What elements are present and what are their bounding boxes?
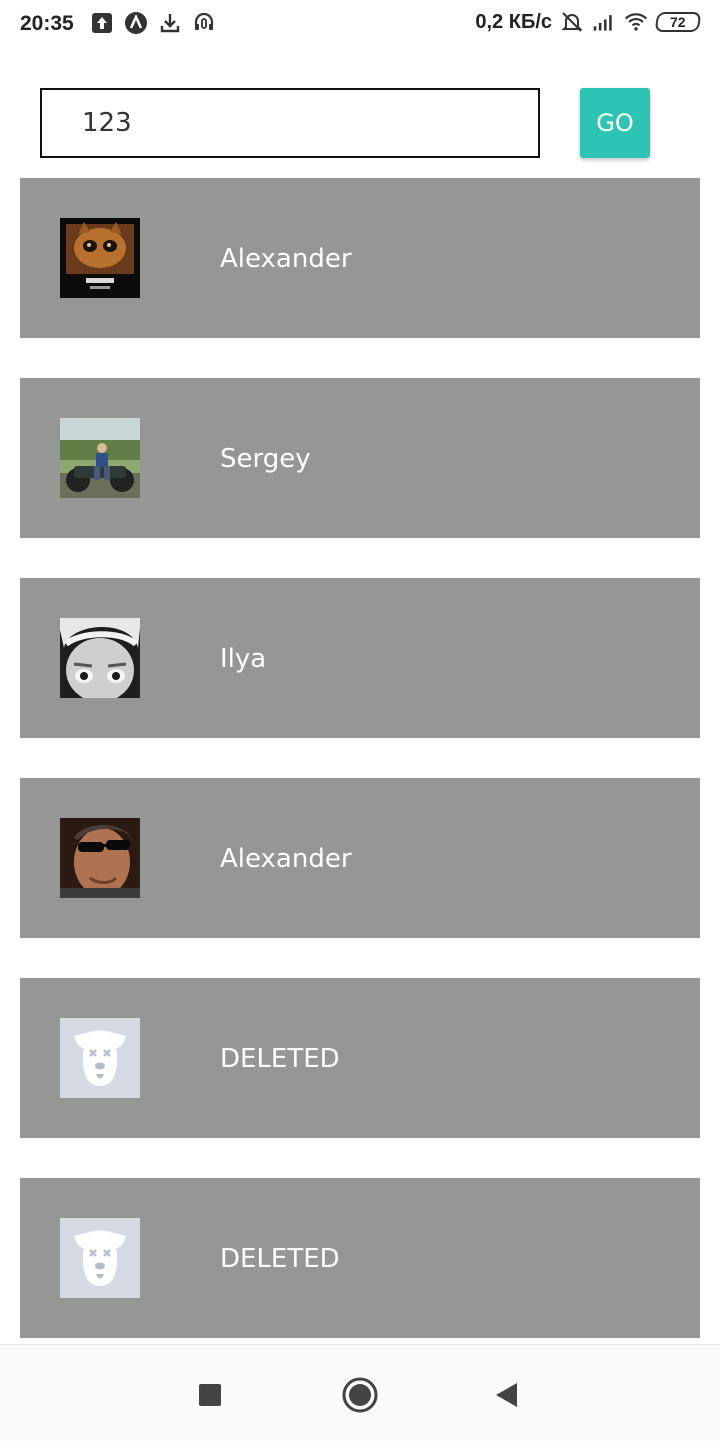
wifi-icon (624, 10, 648, 34)
status-time: 20:35 (20, 12, 74, 35)
battery-level: 72 (670, 14, 686, 30)
app-logo-icon (124, 11, 148, 35)
list-item[interactable]: Ilya (20, 578, 700, 738)
upload-icon (90, 11, 114, 35)
download-icon (158, 11, 182, 35)
battery-icon: 72 (654, 12, 702, 32)
home-icon[interactable] (340, 1375, 380, 1415)
list-item[interactable]: Alexander (20, 178, 700, 338)
deleted-dog-icon (60, 1218, 140, 1298)
headset-icon (192, 11, 216, 35)
mute-bell-icon (560, 10, 584, 34)
search-input[interactable] (40, 88, 540, 158)
deleted-dog-icon (60, 1018, 140, 1098)
notification-icons (90, 11, 216, 35)
avatar (60, 818, 140, 898)
avatar (60, 618, 140, 698)
avatar (60, 418, 140, 498)
navigation-bar (0, 1344, 720, 1441)
avatar (60, 218, 140, 298)
status-right: 0,2 КБ/с 72 (475, 10, 702, 34)
user-name: DELETED (220, 1244, 340, 1274)
user-name: Alexander (220, 244, 352, 274)
recents-icon[interactable] (190, 1375, 230, 1415)
user-name: DELETED (220, 1044, 340, 1074)
list-item[interactable]: Alexander (20, 778, 700, 938)
user-list: Alexander Sergey Ilya Alexander DELETED … (20, 178, 700, 1340)
list-item[interactable]: DELETED (20, 1178, 700, 1338)
list-item[interactable]: DELETED (20, 978, 700, 1138)
user-name: Ilya (220, 644, 267, 674)
network-speed: 0,2 КБ/с (475, 10, 552, 33)
signal-icon (592, 10, 616, 34)
user-name: Alexander (220, 844, 352, 874)
list-item[interactable]: Sergey (20, 378, 700, 538)
back-icon[interactable] (486, 1375, 526, 1415)
user-name: Sergey (220, 444, 311, 474)
go-button[interactable]: GO (580, 88, 650, 158)
status-bar: 20:35 0,2 КБ/с 72 (0, 0, 720, 50)
